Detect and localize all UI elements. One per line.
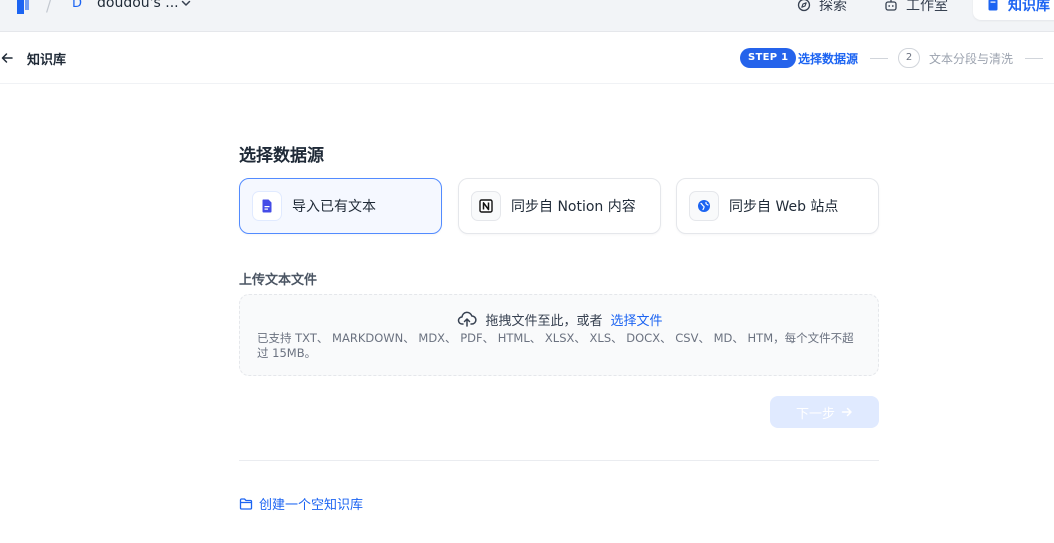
page-header: 知识库 STEP 1 选择数据源 2 文本分段与清洗 — [0, 32, 1054, 84]
dropzone-text: 拖拽文件至此，或者 — [485, 313, 603, 329]
notion-icon — [479, 199, 493, 213]
globe-icon — [698, 200, 710, 212]
step-connector — [1025, 58, 1043, 59]
nav-explore[interactable]: 探索 — [797, 0, 847, 15]
step-1-badge: STEP 1 — [740, 48, 797, 68]
step-2-badge: 2 — [898, 48, 920, 68]
chevron-down-icon[interactable] — [180, 0, 192, 9]
folder-icon — [239, 497, 253, 510]
supported-formats-note: 已支持 TXT、 MARKDOWN、 MDX、 PDF、 HTML、 XLSX、… — [257, 331, 854, 360]
cloud-upload-icon — [458, 311, 478, 327]
page-title: 知识库 — [27, 53, 67, 68]
create-empty-kb-label: 创建一个空知识库 — [259, 498, 364, 513]
datasource-title: 选择数据源 — [239, 146, 324, 166]
upload-section-title: 上传文本文件 — [239, 273, 318, 288]
next-step-button[interactable]: 下一步 — [770, 396, 879, 428]
datasource-option-web[interactable]: 同步自 Web 站点 — [676, 178, 879, 234]
datasource-option-file[interactable]: 导入已有文本 — [239, 178, 442, 234]
section-divider — [239, 460, 879, 461]
app-logo[interactable] — [14, 0, 36, 14]
nav-explore-label: 探索 — [819, 0, 847, 14]
nav-studio[interactable]: 工作室 — [884, 0, 948, 15]
back-arrow-icon[interactable] — [0, 51, 14, 65]
select-file-link[interactable]: 选择文件 — [611, 310, 663, 329]
step-1-label: 选择数据源 — [798, 52, 859, 66]
nav-studio-label: 工作室 — [906, 0, 948, 14]
file-dropzone[interactable]: 拖拽文件至此，或者 选择文件 已支持 TXT、 MARKDOWN、 MDX、 P… — [239, 294, 879, 376]
datasource-option-label: 同步自 Web 站点 — [729, 199, 839, 215]
breadcrumb-separator: / — [46, 0, 52, 15]
nav-knowledge-tab[interactable]: 知识库 — [973, 0, 1054, 20]
compass-icon — [797, 0, 811, 12]
top-navbar: / D doudou's ... 探索 工作室 知识库 — [0, 0, 1054, 32]
create-empty-kb-link[interactable]: 创建一个空知识库 — [239, 494, 363, 513]
robot-icon — [885, 0, 897, 11]
next-step-label: 下一步 — [795, 406, 835, 422]
datasource-option-label: 导入已有文本 — [292, 199, 376, 215]
step-2-label: 文本分段与清洗 — [929, 52, 1014, 66]
workspace-avatar[interactable]: D — [72, 0, 82, 11]
book-icon — [988, 0, 998, 11]
workspace-name[interactable]: doudou's ... — [97, 0, 179, 11]
file-text-icon — [262, 199, 272, 213]
datasource-option-notion[interactable]: 同步自 Notion 内容 — [458, 178, 661, 234]
nav-knowledge-label: 知识库 — [1008, 0, 1050, 14]
datasource-option-label: 同步自 Notion 内容 — [511, 199, 636, 215]
step-connector — [870, 58, 888, 59]
arrow-right-icon — [841, 407, 852, 417]
